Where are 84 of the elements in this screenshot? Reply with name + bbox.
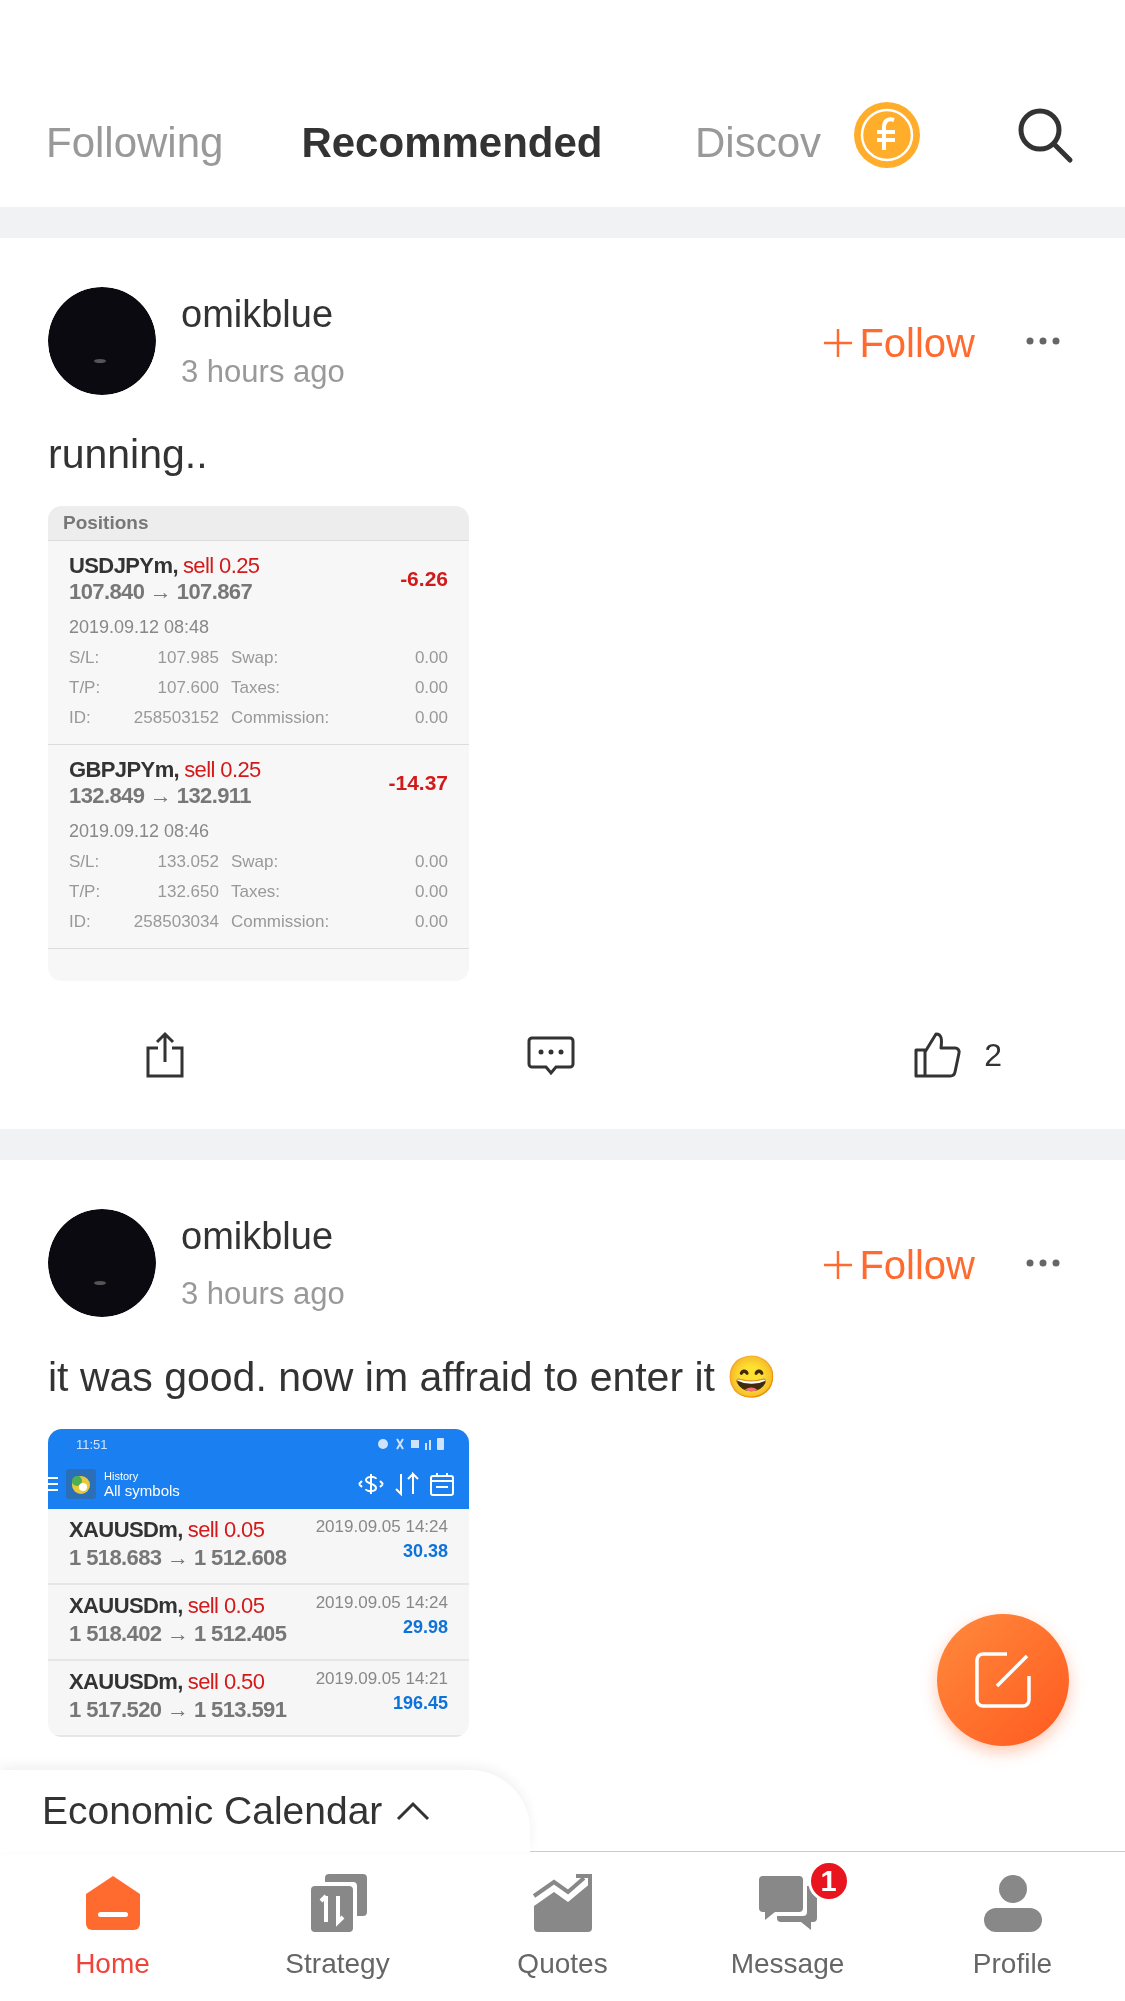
search-icon[interactable] — [1016, 106, 1074, 164]
order-side: sell 0.25 — [184, 757, 261, 782]
calendar-icon — [429, 1471, 455, 1497]
like-count: 2 — [984, 1036, 1002, 1074]
nav-tab[interactable]: Profile — [900, 1852, 1125, 2001]
menu-icon — [48, 1476, 58, 1492]
symbol: XAUUSDm, — [69, 1593, 183, 1618]
detail-label: Taxes: — [230, 678, 282, 698]
symbol: XAUUSDm, — [69, 1669, 183, 1694]
unread-badge: 1 — [807, 1860, 850, 1902]
profit: -14.37 — [388, 771, 448, 795]
detail-value: 0.00 — [413, 852, 448, 872]
detail-label: ID: — [69, 912, 92, 932]
post-time: 3 hours ago — [181, 1275, 346, 1312]
username: omikblue — [181, 292, 335, 336]
sort-icon — [393, 1472, 421, 1496]
symbol: GBPJPYm, — [69, 757, 180, 782]
profit: 30.38 — [402, 1541, 448, 1562]
caret-icon — [396, 1801, 431, 1821]
detail-value: 258503034 — [132, 912, 219, 932]
detail-label: Commission: — [230, 708, 330, 728]
detail-value: 0.00 — [413, 678, 448, 698]
detail-label: T/P: — [69, 882, 101, 902]
nav-tab[interactable]: Home — [0, 1852, 225, 2001]
detail-value: 0.00 — [413, 708, 448, 728]
order-side: sell 0.50 — [187, 1669, 265, 1694]
detail-value: 258503152 — [132, 708, 219, 728]
detail-label: ID: — [69, 708, 92, 728]
nav-tab[interactable]: Quotes — [450, 1852, 675, 2001]
person-icon — [981, 1872, 1044, 1934]
status-time: 11:51 — [76, 1436, 108, 1452]
more-icon[interactable] — [1025, 1258, 1061, 1268]
profit: 29.98 — [402, 1617, 448, 1638]
detail-label: S/L: — [69, 648, 101, 668]
app-logo-icon — [66, 1469, 96, 1499]
deal-time: 2019.09.05 14:21 — [315, 1669, 448, 1689]
order-side: sell 0.05 — [187, 1517, 265, 1542]
price-range: 1 518.683 → 1 512.608 — [69, 1545, 287, 1571]
deal-time: 2019.09.05 14:24 — [315, 1593, 448, 1613]
detail-value: 133.052 — [156, 852, 219, 872]
currency-exchange-icon — [357, 1472, 385, 1496]
status-bar-drawing — [377, 1437, 447, 1451]
deal-time: 2019.09.05 14:24 — [315, 1517, 448, 1537]
plus-icon — [823, 1250, 854, 1280]
economic-calendar-tab[interactable]: Economic Calendar — [0, 1770, 530, 1852]
positions-header: Positions — [48, 506, 469, 541]
order-side: sell 0.25 — [182, 553, 260, 578]
symbol: XAUUSDm, — [69, 1517, 183, 1542]
symbol: USDJPYm, — [69, 553, 178, 578]
chart-icon — [531, 1872, 594, 1934]
detail-label: Commission: — [230, 912, 330, 932]
detail-label: Taxes: — [230, 882, 282, 902]
detail-value: 0.00 — [413, 882, 448, 902]
post-time: 3 hours ago — [181, 353, 346, 390]
detail-label: T/P: — [69, 678, 101, 698]
order-time: 2019.09.12 08:48 — [69, 617, 211, 638]
order-side: sell 0.05 — [187, 1593, 265, 1618]
screen-subtitle: All symbols — [104, 1481, 181, 1499]
detail-value: 107.600 — [156, 678, 219, 698]
price-range: 132.849 → 132.911 — [69, 783, 252, 809]
detail-label: Swap: — [230, 648, 280, 668]
thumbs-up-icon[interactable] — [912, 1030, 963, 1080]
detail-label: Swap: — [230, 852, 280, 872]
detail-value: 107.985 — [156, 648, 219, 668]
order-time: 2019.09.12 08:46 — [69, 821, 211, 842]
profit: 196.45 — [392, 1693, 448, 1714]
compose-button[interactable] — [937, 1614, 1069, 1746]
username: omikblue — [181, 1214, 335, 1258]
more-icon[interactable] — [1025, 336, 1061, 346]
detail-value: 0.00 — [413, 648, 448, 668]
price-range: 1 518.402 → 1 512.405 — [69, 1621, 287, 1647]
nav-tab[interactable]: Message 1 — [675, 1852, 900, 2001]
profit: -6.26 — [400, 567, 448, 591]
post-text: it was good. now im affraid to enter it 😄 — [48, 1353, 779, 1401]
plus-icon — [823, 328, 854, 358]
screen-title: History — [104, 1469, 140, 1482]
detail-value: 0.00 — [413, 912, 448, 932]
feed-tab[interactable]: Recommended — [301, 119, 603, 167]
detail-label: S/L: — [69, 852, 101, 872]
detail-value: 132.650 — [156, 882, 219, 902]
price-range: 107.840 → 107.867 — [69, 579, 254, 605]
price-range: 1 517.520 → 1 513.591 — [69, 1697, 287, 1723]
post-text: running.. — [48, 431, 209, 478]
nav-tab[interactable]: Strategy — [225, 1852, 450, 2001]
